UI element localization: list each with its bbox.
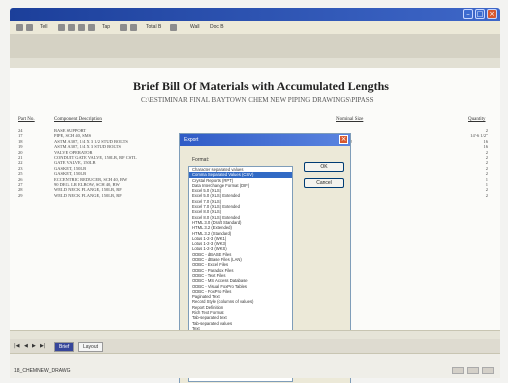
sheet-tab-bar: |◀ ◀ ▶ ▶| Brief Layout — [10, 339, 500, 353]
cell-part-no: 27 — [18, 181, 23, 187]
column-header-quantity: Quantity — [468, 117, 486, 122]
next-tab-icon[interactable]: ▶ — [32, 343, 36, 349]
cell-part-no: 18 — [18, 138, 23, 144]
cell-part-no: 24 — [18, 128, 23, 133]
toolbar: Tell Tap Total B Wall Doc B — [10, 21, 500, 35]
cell-part-no: 20 — [18, 149, 23, 155]
report-title: Brief Bill Of Materials with Accumulated… — [133, 79, 389, 93]
cell-description: VALVE OPERATOR — [54, 149, 93, 155]
cell-description: WELD NECK FLANGE, 150LB, RF — [54, 187, 122, 193]
cell-description: GASKET, 150LB — [54, 171, 87, 177]
column-header-nominal-size: Nominal Size — [336, 117, 364, 122]
cell-description: 90 DEG. LR ELBOW, SCH 40, BW — [54, 181, 120, 187]
application-window: – □ × Tell Tap Total B Wall Doc B Brief … — [0, 0, 508, 383]
preview-tab-strip — [10, 34, 500, 59]
dialog-title-bar: Export × — [180, 134, 350, 146]
ok-button[interactable]: OK — [304, 162, 344, 172]
cell-part-no: 26 — [18, 176, 23, 182]
cell-part-no: 29 — [18, 192, 23, 198]
toolbar-item-2[interactable]: Total B — [146, 24, 161, 30]
export-icon[interactable] — [130, 24, 137, 31]
cell-quantity: 16 — [483, 144, 489, 150]
next-page-icon[interactable] — [78, 24, 85, 31]
forward-icon[interactable] — [26, 24, 33, 31]
format-label: Format: — [192, 157, 210, 163]
report-subtitle: C:\ESTIMINAR FINAL BAYTOWN CHEM NEW PIPI… — [141, 96, 374, 104]
cell-part-no: 25 — [18, 171, 23, 177]
cell-quantity: 16 — [483, 138, 489, 144]
toolbar-item-4[interactable]: Doc B — [210, 24, 224, 30]
cell-part-no: 21 — [18, 154, 23, 160]
dialog-close-button[interactable]: × — [339, 135, 348, 144]
cell-quantity: 1 — [485, 176, 488, 182]
cell-description: GATE VALVE, 150LB — [54, 160, 96, 166]
cell-part-no: 17 — [18, 133, 23, 139]
cell-quantity: 1 — [485, 181, 488, 187]
cell-quantity: 2 — [485, 128, 488, 133]
cell-description: ASTM A307, 1/4 X 3 STUD BOLTS — [54, 144, 121, 150]
cell-part-no: 28 — [18, 187, 23, 193]
cell-description: PIPE, SCH 40, SMS — [54, 133, 92, 139]
prev-tab-icon[interactable]: ◀ — [24, 343, 28, 349]
cell-description: GASKET, 150LB — [54, 165, 87, 171]
cell-description: CONDUIT GATE VALVE, 150LB, RF CSTL — [54, 154, 137, 160]
cell-quantity: 2 — [485, 187, 488, 193]
cell-description: BASE SUPPORT — [54, 128, 87, 133]
cell-description: ASTM A307, 1/4 X 3 1/2 STUD BOLTS — [54, 138, 128, 144]
cell-quantity: 2 — [485, 171, 488, 177]
cell-quantity: 14'-6 1/2" — [470, 133, 488, 139]
maximize-button[interactable]: □ — [475, 9, 485, 19]
close-button[interactable]: × — [487, 9, 497, 19]
cell-description: ECCENTRIC REDUCER, SCH 40, BW — [54, 176, 128, 182]
toolbar-item-3[interactable]: Wall — [190, 24, 200, 30]
status-bar: 18_CHEMNEW_DRAWG — [10, 353, 500, 378]
cell-part-no: 23 — [18, 165, 23, 171]
cell-quantity: 2 — [485, 165, 488, 171]
dialog-title: Export — [184, 137, 199, 143]
cell-part-no: 19 — [18, 144, 23, 150]
toolbar-item-1[interactable]: Tap — [102, 24, 110, 30]
column-header-description: Component Description — [54, 117, 102, 122]
last-tab-icon[interactable]: ▶| — [40, 343, 46, 349]
prev-page-icon[interactable] — [68, 24, 75, 31]
tab-layout[interactable]: Layout — [78, 342, 104, 352]
cell-quantity: 2 — [485, 149, 488, 155]
cell-part-no: 22 — [18, 160, 23, 166]
minimize-button[interactable]: – — [463, 9, 473, 19]
status-pane — [482, 367, 494, 374]
tab-brief[interactable]: Brief — [54, 342, 75, 352]
title-bar: – □ × — [10, 8, 500, 21]
column-header-part-no: Part No. — [18, 117, 35, 122]
cell-quantity: 2 — [485, 192, 488, 198]
cell-description: WELD NECK FLANGE, 150LB, RF — [54, 192, 122, 198]
cell-quantity: 2 — [485, 160, 488, 166]
cancel-button[interactable]: Cancel — [304, 178, 344, 188]
ruler — [10, 58, 500, 68]
back-icon[interactable] — [16, 24, 23, 31]
print-icon[interactable] — [120, 24, 127, 31]
toolbar-item-0[interactable]: Tell — [40, 24, 48, 30]
status-pane — [467, 367, 479, 374]
first-tab-icon[interactable]: |◀ — [14, 343, 20, 349]
cell-quantity: 2 — [485, 154, 488, 160]
search-icon[interactable] — [170, 24, 177, 31]
first-page-icon[interactable] — [58, 24, 65, 31]
status-pane — [452, 367, 464, 374]
status-text: 18_CHEMNEW_DRAWG — [14, 368, 71, 374]
last-page-icon[interactable] — [88, 24, 95, 31]
